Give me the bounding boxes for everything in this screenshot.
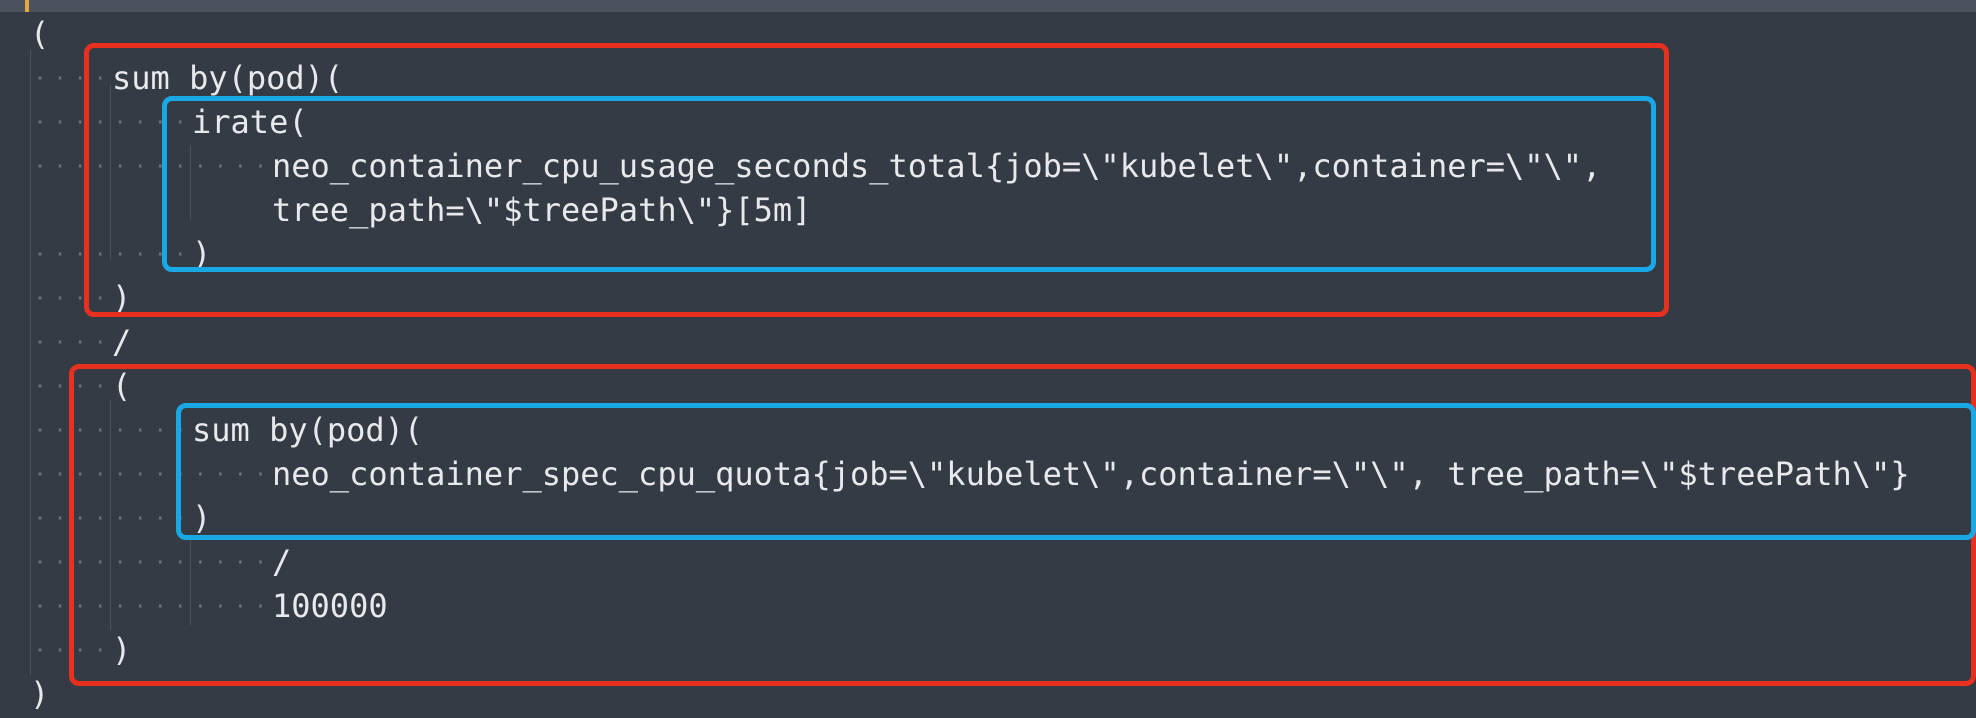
code-line[interactable]: ···· sum by(pod)(	[0, 56, 343, 100]
code-line[interactable]: ············ /	[0, 540, 291, 584]
code-line[interactable]: tree_path=\"$treePath\"}[5m]	[0, 188, 811, 232]
code-line[interactable]: ···· /	[0, 320, 131, 364]
code-line[interactable]: ········ )	[0, 232, 211, 276]
editor-top-bar	[0, 0, 1976, 12]
code-line[interactable]: ········ irate(	[0, 100, 308, 144]
inner-highlight-box	[162, 96, 1656, 272]
code-line[interactable]: ············ neo_container_spec_cpu_quot…	[0, 452, 1910, 496]
cursor-marker	[25, 0, 29, 12]
inner-highlight-box	[176, 403, 1976, 540]
code-line[interactable]: ············ 100000	[0, 584, 388, 628]
code-line[interactable]: (	[0, 12, 77, 56]
code-editor[interactable]: ( ···· sum by(pod)( ········ irate( ····…	[0, 0, 1976, 718]
code-line[interactable]: ···· )	[0, 276, 131, 320]
code-text: )	[30, 675, 50, 713]
whitespace-dots: ····	[34, 330, 115, 354]
code-line[interactable]: ···· )	[0, 628, 131, 672]
code-text: (	[30, 15, 50, 53]
code-line[interactable]: ········ )	[0, 496, 211, 540]
code-line[interactable]: ···· (	[0, 364, 131, 408]
code-line[interactable]: ········ sum by(pod)(	[0, 408, 423, 452]
code-line[interactable]: )	[0, 672, 77, 716]
code-line[interactable]: ············ neo_container_cpu_usage_sec…	[0, 144, 1601, 188]
code-text: /	[112, 323, 132, 361]
